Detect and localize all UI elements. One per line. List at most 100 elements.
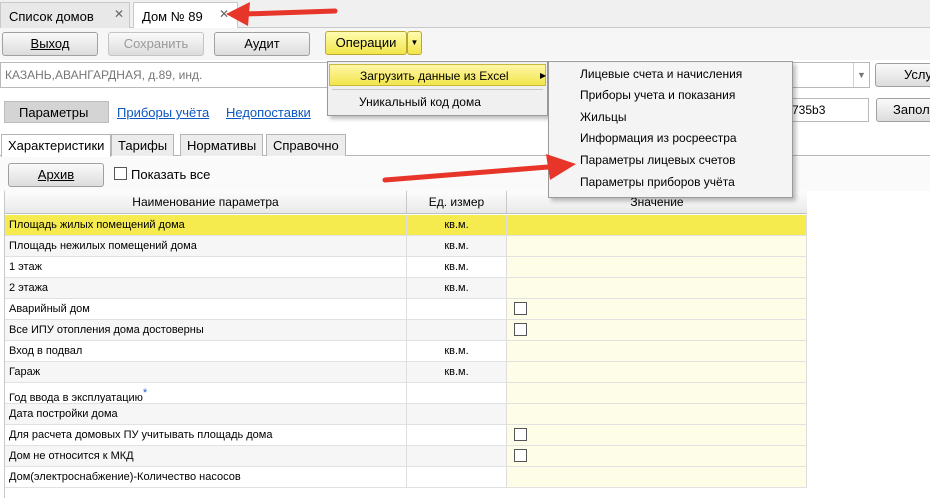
param-value-cell[interactable] — [507, 467, 807, 487]
param-value-cell[interactable] — [507, 215, 807, 235]
table-row[interactable]: Дата постройки дома — [5, 404, 807, 425]
table-row[interactable]: Гараж кв.м. — [5, 362, 807, 383]
param-name-cell: Дом не относится к МКД — [5, 446, 407, 466]
operations-dropdown-arrow-icon[interactable]: ▼ — [407, 31, 422, 55]
submenu-item-meters-readings[interactable]: Приборы учета и показания — [549, 85, 792, 106]
param-name: Год ввода в эксплуатацию — [9, 392, 143, 403]
table-row[interactable]: Аварийный дом — [5, 299, 807, 320]
param-name-cell: Гараж — [5, 362, 407, 382]
param-value-cell[interactable] — [507, 362, 807, 382]
params-section-tab[interactable]: Параметры — [4, 101, 109, 123]
param-value-checkbox[interactable] — [514, 428, 527, 441]
tab-characteristics[interactable]: Характеристики — [1, 134, 112, 157]
param-name-cell: Вход в подвал — [5, 341, 407, 361]
param-unit-cell — [407, 446, 507, 466]
excel-submenu: Лицевые счета и начисления Приборы учета… — [548, 61, 793, 198]
param-name: 1 этаж — [9, 261, 42, 273]
param-value-checkbox[interactable] — [514, 323, 527, 336]
save-button-label: Сохранить — [123, 36, 189, 51]
param-value-cell[interactable] — [507, 278, 807, 298]
table-row[interactable]: Год ввода в эксплуатацию* — [5, 383, 807, 404]
param-unit-cell — [407, 320, 507, 340]
param-name: Площадь жилых помещений дома — [9, 219, 185, 231]
submenu-item-rosreestr-info[interactable]: Информация из росреестра — [549, 128, 792, 149]
param-value-cell[interactable] — [507, 341, 807, 361]
param-unit-cell: кв.м. — [407, 362, 507, 382]
table-row[interactable]: Площадь нежилых помещений дома кв.м. — [5, 236, 807, 257]
column-header-unit[interactable]: Ед. измер — [407, 191, 507, 214]
save-button[interactable]: Сохранить — [108, 32, 204, 56]
audit-button-label: Аудит — [244, 36, 280, 51]
table-row[interactable]: 2 этажа кв.м. — [5, 278, 807, 299]
close-icon[interactable]: ✕ — [219, 7, 229, 21]
param-name: Площадь нежилых помещений дома — [9, 240, 197, 252]
document-tab-bar: Список домов ✕ Дом № 89 ✕ — [0, 0, 930, 29]
column-header-name[interactable]: Наименование параметра — [5, 191, 407, 214]
param-name: Дом(электроснабжение)-Количество насосов — [9, 471, 241, 483]
tab-house-89[interactable]: Дом № 89 ✕ — [133, 2, 238, 29]
param-value-cell[interactable] — [507, 446, 807, 466]
table-row[interactable]: Дом(электроснабжение)-Количество насосов — [5, 467, 807, 488]
tab-house-89-label: Дом № 89 — [142, 9, 203, 24]
meters-link[interactable]: Приборы учёта — [117, 105, 209, 120]
param-value-checkbox[interactable] — [514, 449, 527, 462]
param-name-cell: Площадь жилых помещений дома — [5, 215, 407, 235]
table-row[interactable]: Площадь жилых помещений дома кв.м. — [5, 215, 807, 236]
toolbar: Выход Сохранить Аудит Операции ▼ — [0, 28, 930, 60]
param-name: Гараж — [9, 366, 41, 378]
archive-button[interactable]: Архив — [8, 163, 104, 187]
services-button[interactable]: Услу — [875, 63, 930, 87]
shortfalls-link[interactable]: Недопоставки — [226, 105, 311, 120]
table-row[interactable]: Дом не относится к МКД — [5, 446, 807, 467]
param-value-cell[interactable] — [507, 425, 807, 445]
required-star: * — [142, 387, 148, 399]
param-unit-cell — [407, 383, 507, 403]
param-value-cell[interactable] — [507, 236, 807, 256]
param-unit-cell: кв.м. — [407, 341, 507, 361]
archive-button-label: Архив — [37, 167, 75, 182]
table-row[interactable]: Все ИПУ отопления дома достоверны — [5, 320, 807, 341]
tab-reference[interactable]: Справочно — [266, 134, 346, 156]
param-value-checkbox[interactable] — [514, 302, 527, 315]
submenu-item-meter-params[interactable]: Параметры приборов учёта — [549, 172, 792, 193]
tab-house-list-label: Список домов — [9, 9, 94, 24]
address-dropdown-arrow-icon[interactable]: ▼ — [853, 63, 869, 87]
menu-item-unique-house-code[interactable]: Уникальный код дома — [329, 91, 546, 113]
table-row[interactable]: 1 этаж кв.м. — [5, 257, 807, 278]
operations-menu: Загрузить данные из Excel ▶ Уникальный к… — [327, 61, 548, 116]
show-all-label: Показать все — [131, 167, 211, 182]
param-unit-cell: кв.м. — [407, 236, 507, 256]
param-unit-cell: кв.м. — [407, 257, 507, 277]
submenu-item-residents[interactable]: Жильцы — [549, 107, 792, 128]
param-value-cell[interactable] — [507, 404, 807, 424]
param-unit-cell — [407, 425, 507, 445]
param-name: Дата постройки дома — [9, 408, 118, 420]
param-value-cell[interactable] — [507, 299, 807, 319]
tab-tariffs[interactable]: Тарифы — [111, 134, 175, 156]
tab-house-list[interactable]: Список домов ✕ — [0, 2, 130, 28]
table-row[interactable]: Вход в подвал кв.м. — [5, 341, 807, 362]
param-name: Все ИПУ отопления дома достоверны — [9, 324, 204, 336]
house-id-field[interactable]: 735b3 — [787, 98, 869, 122]
param-name-cell: 2 этажа — [5, 278, 407, 298]
tab-norms[interactable]: Нормативы — [180, 134, 264, 156]
submenu-item-account-params[interactable]: Параметры лицевых счетов — [549, 150, 792, 171]
menu-item-load-excel[interactable]: Загрузить данные из Excel ▶ — [329, 64, 546, 86]
param-value-cell[interactable] — [507, 320, 807, 340]
table-row[interactable]: Для расчета домовых ПУ учитывать площадь… — [5, 425, 807, 446]
show-all-checkbox[interactable] — [114, 167, 127, 180]
operations-button-label: Операции — [335, 35, 397, 50]
fill-button[interactable]: Запол — [876, 98, 930, 122]
param-name-cell: Аварийный дом — [5, 299, 407, 319]
close-icon[interactable]: ✕ — [114, 7, 124, 21]
param-name-cell: Дата постройки дома — [5, 404, 407, 424]
param-name-cell: Все ИПУ отопления дома достоверны — [5, 320, 407, 340]
audit-button[interactable]: Аудит — [214, 32, 310, 56]
param-value-cell[interactable] — [507, 383, 807, 403]
param-value-cell[interactable] — [507, 257, 807, 277]
submenu-item-accounts-charges[interactable]: Лицевые счета и начисления — [549, 64, 792, 85]
operations-button[interactable]: Операции — [325, 31, 407, 55]
exit-button[interactable]: Выход — [2, 32, 98, 56]
param-unit-cell — [407, 299, 507, 319]
param-name-cell: 1 этаж — [5, 257, 407, 277]
